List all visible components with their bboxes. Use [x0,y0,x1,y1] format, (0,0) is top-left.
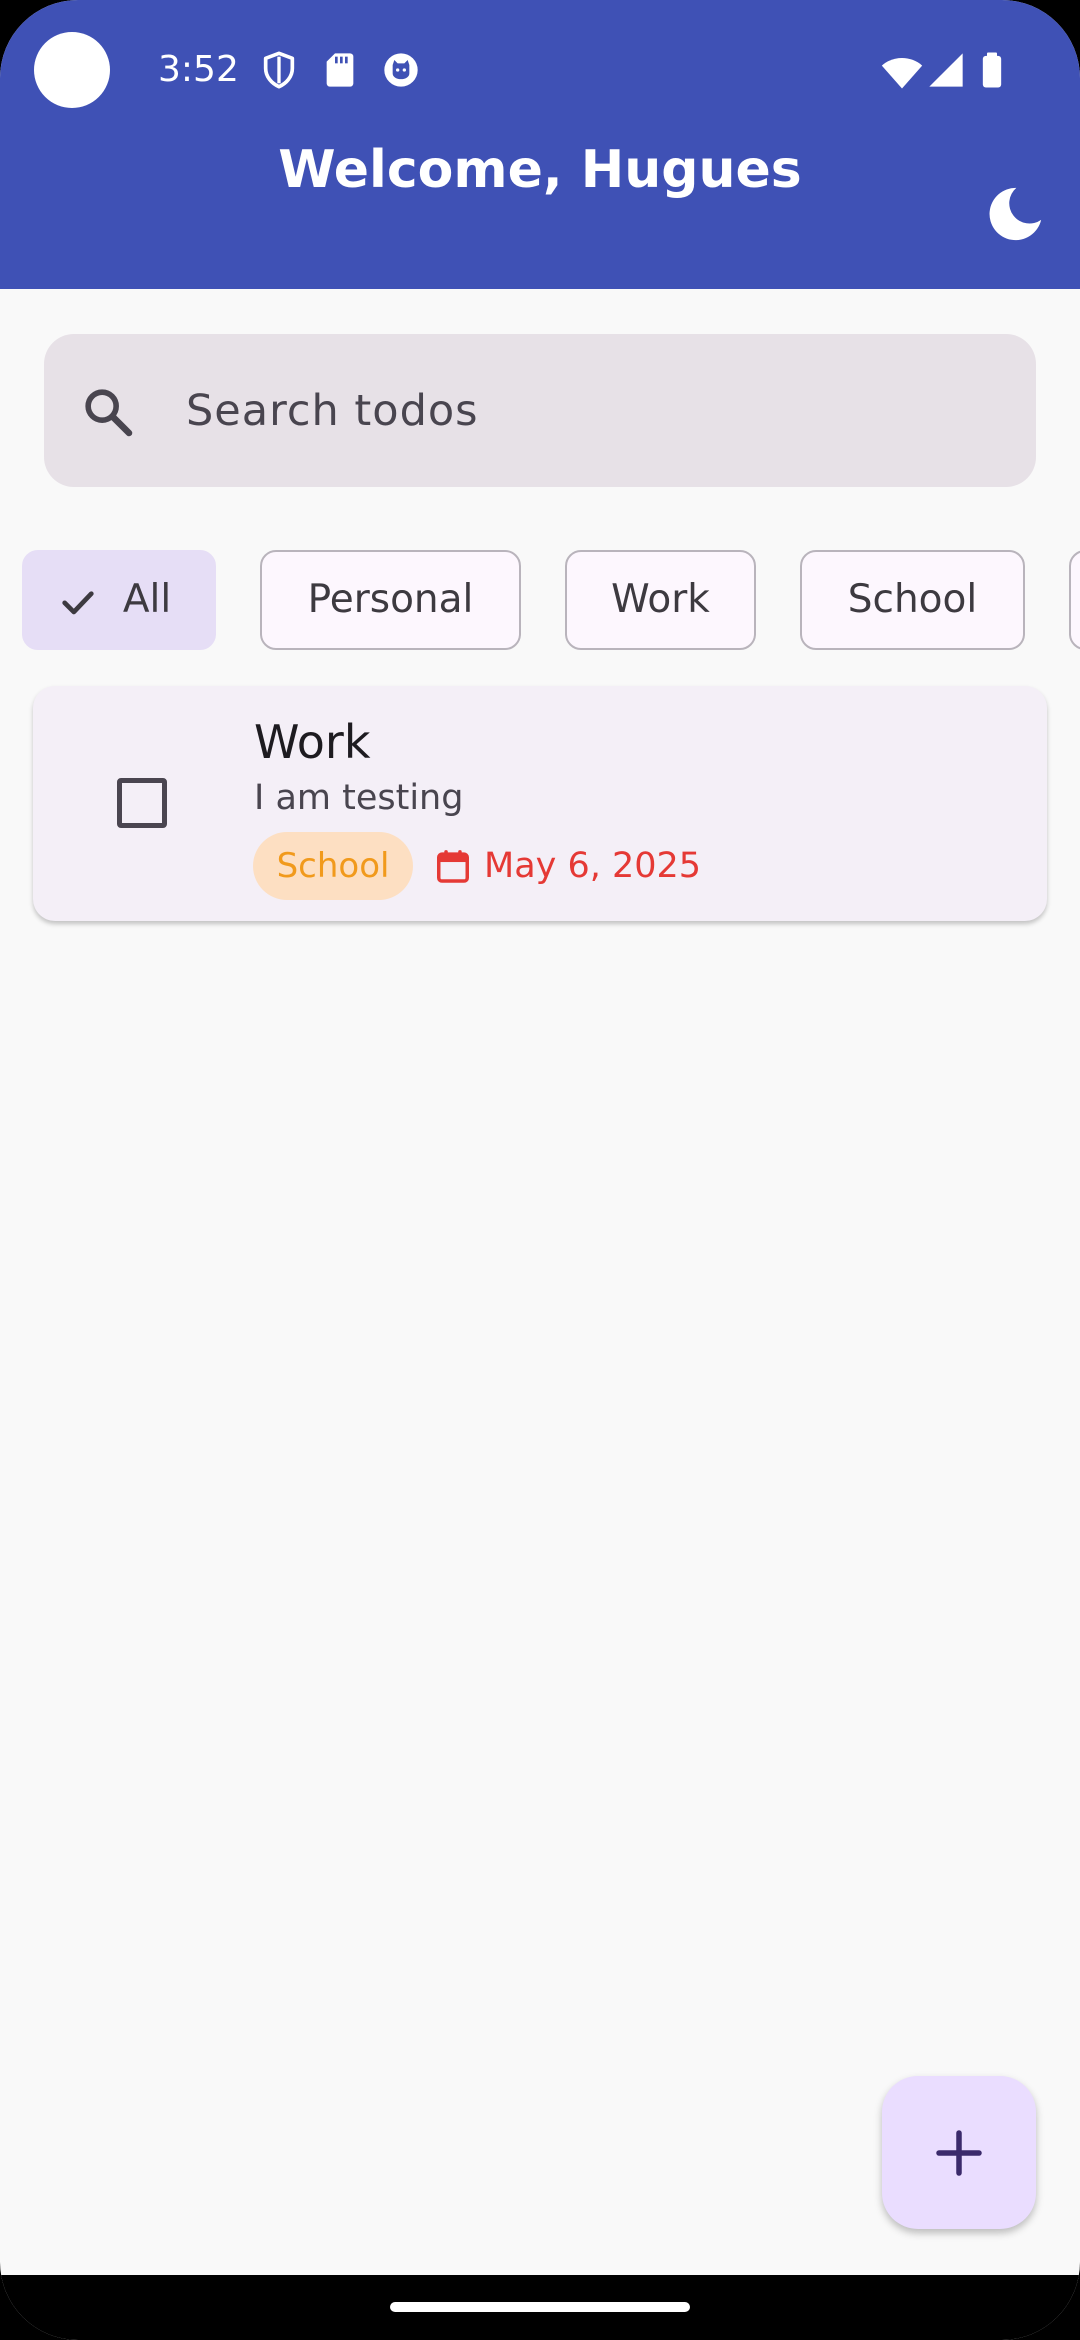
calendar-icon [434,847,472,885]
filter-chip-more[interactable] [1069,550,1080,650]
filter-chip-personal[interactable]: Personal [260,550,521,650]
search-input[interactable] [186,376,986,446]
wifi-icon [880,50,924,90]
camera-cutout [34,32,110,108]
filter-chip-label: School [847,577,978,622]
battery-icon [972,50,1012,90]
filter-chip-label: Work [611,577,710,622]
filter-chip-all[interactable]: All [22,550,216,650]
page-title: Welcome, Hugues [278,140,802,200]
todo-description: I am testing [254,778,464,818]
check-icon [58,582,98,622]
cat-icon [381,50,421,90]
sd-card-icon [320,50,360,90]
cell-signal-icon [926,50,966,90]
filter-chip-label: All [122,577,172,622]
plus-icon [936,2130,982,2176]
shield-icon [259,50,299,90]
filter-chip-school[interactable]: School [800,550,1025,650]
search-icon [80,384,136,440]
filter-chip-label: Personal [307,577,474,622]
todo-title: Work [254,715,371,769]
category-badge: School [253,832,413,900]
gesture-handle[interactable] [390,2302,690,2312]
app-screen: 3:52 Welcome, Hugues All Personal Work [0,0,1080,2340]
moon-icon[interactable] [983,182,1047,246]
status-time: 3:52 [158,49,239,90]
todo-checkbox[interactable] [117,778,167,828]
due-date: May 6, 2025 [484,846,702,886]
add-todo-button[interactable] [882,2076,1036,2229]
filter-chip-work[interactable]: Work [565,550,756,650]
